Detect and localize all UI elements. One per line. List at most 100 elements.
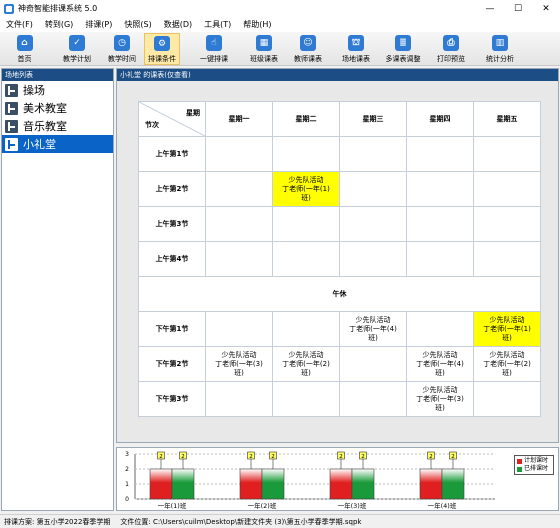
empty-cell[interactable] <box>272 136 340 172</box>
empty-cell[interactable] <box>473 171 541 207</box>
y-tick-label: 0 <box>125 496 129 503</box>
settings-icon: ⚙ <box>154 36 170 51</box>
empty-cell[interactable] <box>339 136 407 172</box>
lesson-cell[interactable]: 少先队活动 丁老师(一年(2) 班) <box>272 346 340 382</box>
empty-cell[interactable] <box>406 241 474 277</box>
venue-icon <box>5 83 18 97</box>
toolbar-button-clock[interactable]: ◷ 教学时间 <box>104 33 140 65</box>
toolbar-button-label: 班级课表 <box>250 55 278 63</box>
toolbar-button-teacher[interactable]: ☺ 教师课表 <box>289 33 327 65</box>
lesson-cell[interactable]: 少先队活动 丁老师(一年(3) 班) <box>406 381 474 417</box>
legend-item-planned: 计划课时 <box>517 457 551 465</box>
toolbar-button-class-table[interactable]: ▦ 班级课表 <box>246 33 282 65</box>
noon-break-row: 午休 <box>138 276 541 312</box>
data-label: 2 <box>451 454 455 460</box>
minimize-button[interactable]: — <box>476 0 504 17</box>
venue-icon <box>5 101 18 115</box>
empty-cell[interactable] <box>339 171 407 207</box>
menu-schedule[interactable]: 排课(P) <box>79 19 118 30</box>
venue-item-art-room[interactable]: 美术教室 <box>2 99 113 117</box>
toolbar-button-home[interactable]: ⌂ 首页 <box>8 33 41 65</box>
corner-day-label: 星期 <box>186 109 200 117</box>
data-label: 2 <box>271 454 275 460</box>
data-label: 2 <box>159 454 163 460</box>
empty-cell[interactable] <box>473 241 541 277</box>
venue-icon <box>5 137 18 151</box>
lesson-cell[interactable]: 少先队活动 丁老师(一年(1) 班) <box>473 311 541 347</box>
lesson-cell[interactable]: 少先队活动 丁老师(一年(4) 班) <box>339 311 407 347</box>
toolbar-button-stats[interactable]: ▥ 统计分析 <box>481 33 519 65</box>
empty-cell[interactable] <box>339 381 407 417</box>
home-icon: ⌂ <box>16 35 33 51</box>
lesson-cell[interactable]: 少先队活动 丁老师(一年(2) 班) <box>473 346 541 382</box>
app-icon <box>4 3 14 14</box>
timetable-row: 上午第2节 少先队活动 丁老师(一年(1) 班) <box>138 171 541 207</box>
lesson-cell[interactable]: 少先队活动 丁老师(一年(3) 班) <box>205 346 273 382</box>
close-button[interactable]: ✕ <box>532 0 560 17</box>
print-icon: ⎙ <box>443 35 459 51</box>
bar <box>419 468 443 500</box>
clock-icon: ◷ <box>114 35 130 51</box>
empty-cell[interactable] <box>272 206 340 242</box>
empty-cell[interactable] <box>205 171 273 207</box>
x-tick-label: 一年(4)班 <box>428 501 457 510</box>
toolbar-button-adjust[interactable]: ≣ 多课表调整 <box>379 33 427 65</box>
empty-cell[interactable] <box>205 381 273 417</box>
toolbar-button-print[interactable]: ⎙ 打印预览 <box>430 33 472 65</box>
y-tick-label: 1 <box>125 481 129 488</box>
venue-item-music-room[interactable]: 音乐教室 <box>2 117 113 135</box>
empty-cell[interactable] <box>406 171 474 207</box>
empty-cell[interactable] <box>272 381 340 417</box>
empty-cell[interactable] <box>406 311 474 347</box>
lesson-cell[interactable]: 少先队活动 丁老师(一年(4) 班) <box>406 346 474 382</box>
click-icon: ☝ <box>206 35 222 51</box>
toolbar-button-venue[interactable]: ⛫ 场地课表 <box>337 33 375 65</box>
menu-file[interactable]: 文件(F) <box>0 19 39 30</box>
toolbar-button-label: 一键排课 <box>200 55 228 63</box>
venue-item-small-auditorium[interactable]: 小礼堂 <box>2 135 113 153</box>
venue-item-playground[interactable]: 操场 <box>2 81 113 99</box>
empty-cell[interactable] <box>205 311 273 347</box>
x-tick-label: 一年(1)班 <box>158 501 187 510</box>
data-label: 2 <box>361 454 365 460</box>
data-label: 2 <box>249 454 253 460</box>
bar <box>261 468 285 500</box>
period-label: 上午第2节 <box>138 171 206 207</box>
empty-cell[interactable] <box>339 346 407 382</box>
window-title: 神奇智能排课系统 5.0 <box>18 4 98 13</box>
empty-cell[interactable] <box>406 206 474 242</box>
lesson-cell[interactable]: 少先队活动 丁老师(一年(1) 班) <box>272 171 340 207</box>
menu-tools[interactable]: 工具(T) <box>198 19 237 30</box>
maximize-button[interactable]: ☐ <box>504 0 532 17</box>
empty-cell[interactable] <box>473 381 541 417</box>
status-plan: 排课方案: 第五小学2022春季学期 <box>4 517 111 526</box>
venue-label: 小礼堂 <box>23 138 56 151</box>
empty-cell[interactable] <box>473 136 541 172</box>
empty-cell[interactable] <box>272 241 340 277</box>
timetable-row: 上午第4节 <box>138 241 541 277</box>
empty-cell[interactable] <box>272 311 340 347</box>
empty-cell[interactable] <box>339 206 407 242</box>
period-label: 下午第1节 <box>138 311 206 347</box>
timetable-row: 下午第3节 少先队活动 丁老师(一年(3) 班) <box>138 381 541 417</box>
toolbar-button-settings[interactable]: ⚙ 排课条件 <box>144 33 180 65</box>
timetable-grid: 星期 节次 星期一 星期二 星期三 星期四 星期五 上午第1节 上午第2节 少先队活… <box>138 101 541 417</box>
toolbar-button-clipboard[interactable]: ✓ 教学计划 <box>57 33 97 65</box>
menu-data[interactable]: 数据(D) <box>158 19 198 30</box>
period-label: 上午第3节 <box>138 206 206 242</box>
menu-help[interactable]: 帮助(H) <box>237 19 277 30</box>
venue-label: 音乐教室 <box>23 120 67 133</box>
menu-snapshot[interactable]: 快照(S) <box>118 19 157 30</box>
empty-cell[interactable] <box>205 241 273 277</box>
toolbar-button-click[interactable]: ☝ 一键排课 <box>193 33 235 65</box>
empty-cell[interactable] <box>205 206 273 242</box>
empty-cell[interactable] <box>339 241 407 277</box>
timetable-panel: 小礼堂 的课表(仅查看) 星期 节次 星期一 星期二 星期三 星期四 星期五 上… <box>116 68 559 443</box>
timetable-row: 上午第3节 <box>138 206 541 242</box>
empty-cell[interactable] <box>406 136 474 172</box>
toolbar-button-label: 打印预览 <box>437 55 465 63</box>
day-header: 星期一 <box>205 101 273 137</box>
empty-cell[interactable] <box>473 206 541 242</box>
empty-cell[interactable] <box>205 136 273 172</box>
menu-goto[interactable]: 转到(G) <box>39 19 79 30</box>
